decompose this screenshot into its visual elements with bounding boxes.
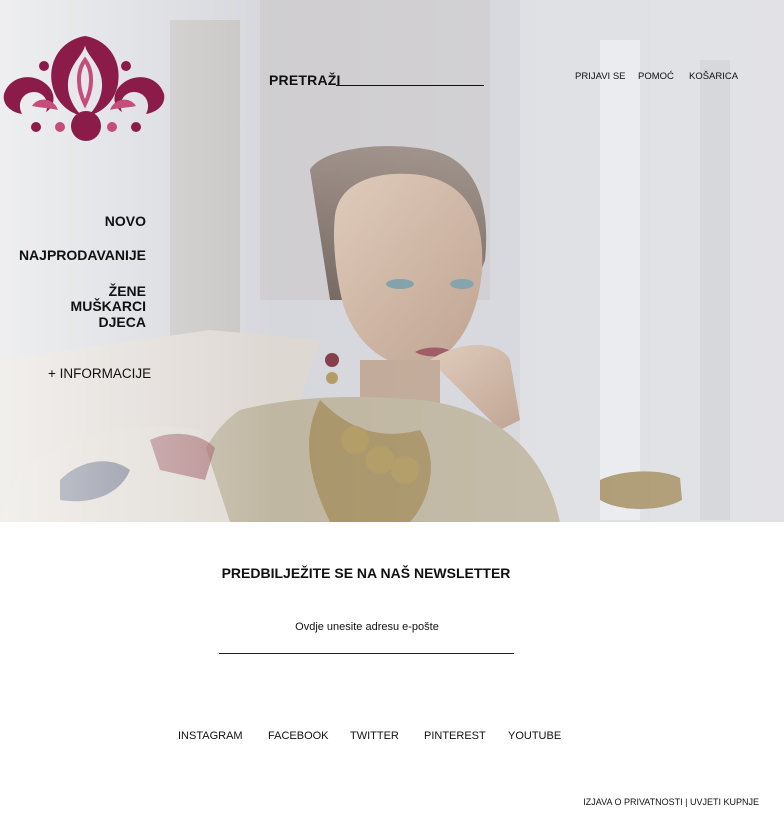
cart-link[interactable]: KOŠARICA — [689, 71, 738, 82]
brand-logo[interactable] — [2, 32, 166, 144]
footer-legal-links[interactable]: IZJAVA O PRIVATNOSTI | UVJETI KUPNJE — [583, 797, 759, 807]
newsletter-title: PREDBILJEŽITE SE NA NAŠ NEWSLETTER — [221, 565, 511, 581]
more-info-link[interactable]: + INFORMACIJE — [48, 366, 151, 381]
sidebar-item-men[interactable]: MUŠKARCI — [71, 298, 146, 314]
search-label[interactable]: PRETRAŽI — [269, 72, 341, 88]
instagram-link[interactable]: INSTAGRAM — [178, 730, 243, 742]
search-input[interactable] — [336, 85, 484, 86]
sidebar-item-bestsellers[interactable]: NAJPRODAVANIJE — [19, 247, 146, 263]
facebook-link[interactable]: FACEBOOK — [268, 730, 329, 742]
login-link[interactable]: PRIJAVI SE — [575, 71, 626, 82]
sidebar-item-women[interactable]: ŽENE — [109, 283, 146, 299]
twitter-link[interactable]: TWITTER — [350, 730, 399, 742]
pinterest-link[interactable]: PINTEREST — [424, 730, 486, 742]
email-underline — [219, 653, 514, 654]
email-field[interactable]: Ovdje unesite adresu e-pošte — [220, 621, 514, 633]
youtube-link[interactable]: YOUTUBE — [508, 730, 561, 742]
sidebar-item-new[interactable]: NOVO — [105, 213, 146, 229]
help-link[interactable]: POMOĆ — [638, 71, 674, 82]
sidebar-item-kids[interactable]: DJECA — [99, 314, 146, 330]
